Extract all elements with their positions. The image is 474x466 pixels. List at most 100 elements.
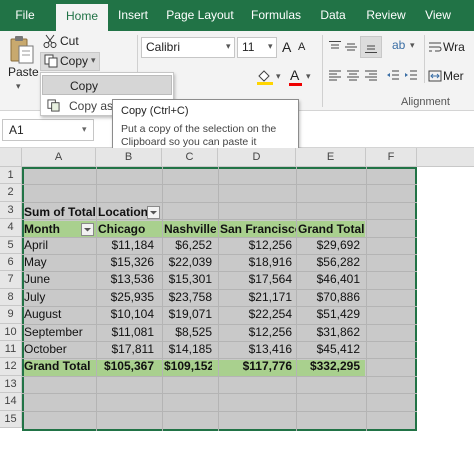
select-all-corner[interactable] [0,148,22,167]
pivot-value-cell: $13,536 [110,272,154,287]
gridline [22,410,417,412]
copy-chevron-icon[interactable]: ▾ [91,55,96,66]
gridline [96,167,97,431]
column-header-g[interactable] [417,148,474,167]
orientation-chevron-icon[interactable]: ▾ [410,40,415,51]
font-name-chevron-icon[interactable]: ▾ [226,41,231,52]
month-filter-button[interactable] [81,223,94,236]
decrease-font-icon[interactable]: A [298,41,305,53]
font-color-chevron-icon[interactable]: ▾ [306,71,311,82]
merge-center-icon[interactable] [428,69,442,83]
gridline [22,184,417,186]
pivot-value-cell: $23,758 [168,289,212,304]
row-header-4[interactable]: 4 [0,219,22,237]
scissors-icon [43,34,57,48]
tooltip-title: Copy (Ctrl+C) [121,105,189,117]
paste-label[interactable]: Paste [8,65,39,79]
row-header-14[interactable]: 14 [0,393,22,411]
pivot-value-cell: $25,935 [110,289,154,304]
pivot-corner-label: Sum of Total [24,205,96,219]
pivot-value-cell: $45,412 [316,342,360,356]
fill-color-icon[interactable] [256,68,274,86]
paste-chevron-icon[interactable]: ▾ [16,81,21,92]
pivot-value-cell: $14,185 [168,342,212,356]
name-box[interactable]: A1 [2,119,94,141]
tab-formulas[interactable]: Formulas [244,0,308,31]
row-header-8[interactable]: 8 [0,288,22,307]
pivot-value-cell: $18,916 [248,255,292,269]
wrap-text-icon[interactable] [428,40,442,54]
tab-data[interactable]: Data [314,0,352,31]
pivot-value-cell: $15,326 [110,255,154,269]
gridline [296,167,297,431]
align-left-icon[interactable] [328,69,342,83]
column-header-c[interactable]: C [162,148,218,167]
worksheet-grid[interactable]: A B C D E F 1 2 3 4 5 6 7 8 9 10 11 12 13 14 15 Sum of… [0,148,474,466]
increase-font-icon[interactable]: A [282,39,291,55]
row-header-13[interactable]: 13 [0,375,22,394]
group-divider [424,35,425,83]
row-header-10[interactable]: 10 [0,323,22,341]
font-name-field[interactable]: Calibri [141,37,235,58]
gridline [162,167,163,431]
alignment-group-label: Alignment [401,96,450,108]
align-right-icon[interactable] [364,69,378,83]
cut-button[interactable]: Cut [60,34,79,48]
gridline [366,167,367,431]
pivot-value-cell: $31,862 [316,324,360,339]
tab-insert[interactable]: Insert [110,0,156,31]
pivot-value-cell: $17,564 [248,272,292,287]
menu-item-copy[interactable]: Copy [42,75,172,95]
pivot-row-label: August [24,307,62,322]
paste-icon[interactable] [9,35,35,65]
row-header-6[interactable]: 6 [0,254,22,272]
grand-total-value: $109,152 [164,359,212,374]
gridline [22,201,417,203]
row-header-12[interactable]: 12 [0,358,22,376]
pivot-value-cell: $17,811 [111,342,155,356]
row-header-2[interactable]: 2 [0,184,22,202]
column-header-f[interactable]: F [366,148,417,167]
row-header-1[interactable]: 1 [0,167,22,185]
column-header-e[interactable]: E [296,148,366,167]
row-header-9[interactable]: 9 [0,306,22,324]
row-header-3[interactable]: 3 [0,201,22,220]
pivot-header-grand-total: Grand Total [298,222,365,236]
decrease-indent-icon[interactable] [386,69,400,83]
location-filter-button[interactable] [147,206,160,219]
pivot-row-label: May [24,255,47,269]
copy-icon [44,54,58,68]
pivot-header-san-francisco: San Francisco [220,222,296,236]
fill-color-chevron-icon[interactable]: ▾ [276,71,281,82]
middle-align-icon[interactable] [344,40,358,54]
font-color-swatch [289,83,302,86]
pivot-column-field: Location [98,205,148,219]
column-header-d[interactable]: D [218,148,296,167]
wrap-text-button[interactable]: Wra [443,40,465,54]
name-box-chevron-icon[interactable]: ▾ [82,124,87,135]
tab-file[interactable]: File [6,0,44,31]
merge-center-button[interactable]: Mer [443,69,464,83]
gridline [22,375,417,377]
tab-page-layout[interactable]: Page Layout [162,0,238,31]
grand-total-label: Grand Total [24,359,91,374]
bottom-align-icon[interactable] [364,40,378,54]
tab-view[interactable]: View [418,0,458,31]
increase-indent-icon[interactable] [404,69,418,83]
row-header-5[interactable]: 5 [0,236,22,254]
top-align-icon[interactable] [328,40,342,54]
row-header-7[interactable]: 7 [0,271,22,289]
group-divider [322,35,323,107]
column-header-b[interactable]: B [96,148,162,167]
pivot-value-cell: $10,104 [110,307,154,322]
orientation-icon[interactable]: ab [392,38,405,52]
align-center-icon[interactable] [346,69,360,83]
row-header-15[interactable]: 15 [0,410,22,428]
tab-review[interactable]: Review [360,0,412,31]
tab-home[interactable]: Home [56,4,108,31]
column-header-a[interactable]: A [22,148,96,167]
copy-button-label[interactable]: Copy [60,54,88,68]
row-header-11[interactable]: 11 [0,341,22,359]
font-size-chevron-icon[interactable]: ▾ [268,41,273,52]
font-color-icon[interactable]: A [290,67,299,83]
